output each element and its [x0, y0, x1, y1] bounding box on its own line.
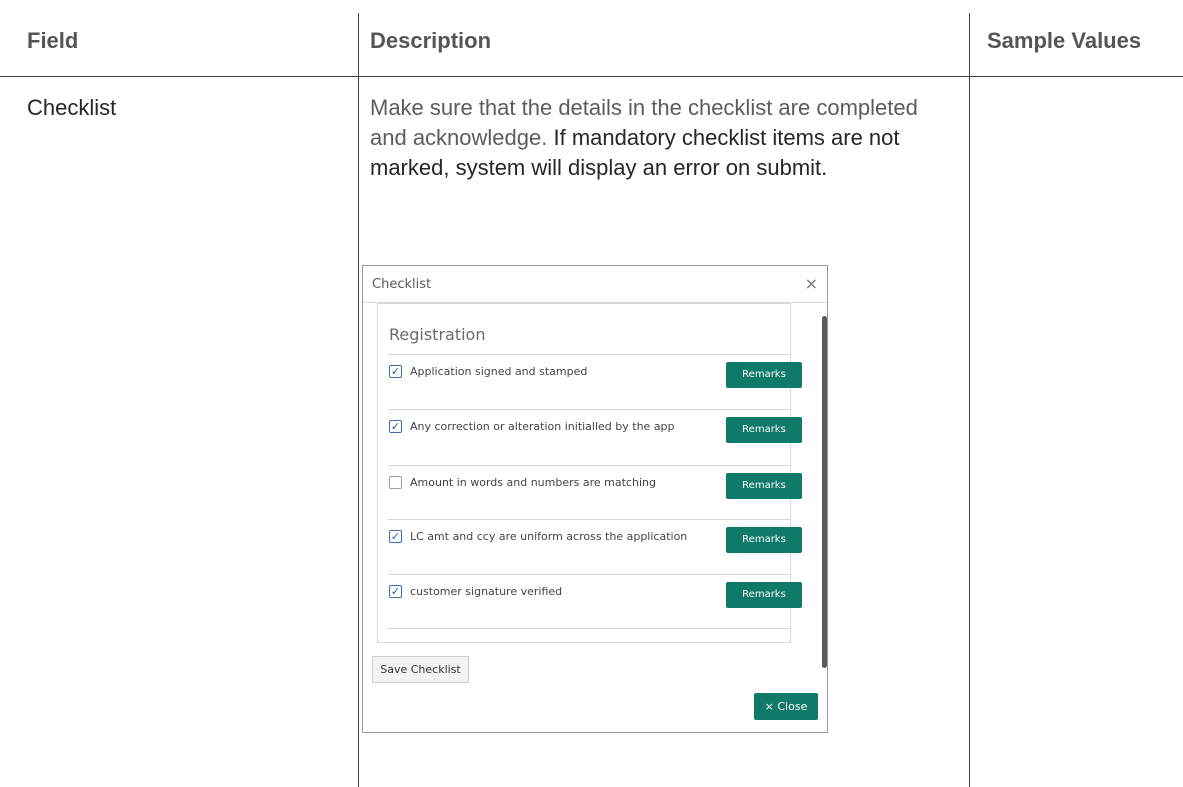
field-name: Checklist: [27, 95, 117, 120]
table-divider-1: [358, 13, 359, 787]
checklist-item: Amount in words and numbers are matching…: [388, 465, 802, 521]
remarks-button[interactable]: Remarks: [726, 417, 802, 443]
checkbox[interactable]: [389, 476, 402, 489]
checkbox[interactable]: ✓: [389, 365, 402, 378]
header-field: Field: [27, 28, 79, 53]
checklist-item-label: LC amt and ccy are uniform across the ap…: [410, 530, 688, 543]
checkbox[interactable]: ✓: [389, 585, 402, 598]
table-divider-2: [969, 13, 970, 787]
remarks-button[interactable]: Remarks: [726, 362, 802, 388]
close-button[interactable]: × Close: [754, 693, 818, 720]
checklist-item: ✓ Application signed and stamped Remarks: [388, 354, 802, 410]
remarks-button[interactable]: Remarks: [726, 473, 802, 499]
save-checklist-button[interactable]: Save Checklist: [372, 656, 469, 683]
checklist-item-label: Any correction or alteration initialled …: [410, 420, 675, 433]
checklist-item: ✓ LC amt and ccy are uniform across the …: [388, 519, 802, 575]
checkbox[interactable]: ✓: [389, 420, 402, 433]
scrollbar[interactable]: [822, 316, 827, 668]
checklist-item-label: customer signature verified: [410, 585, 563, 598]
checklist-item: ✓ Any correction or alteration initialle…: [388, 409, 802, 465]
list-bottom-rule: [388, 628, 791, 630]
dialog-title: Checklist: [372, 277, 432, 292]
remarks-button[interactable]: Remarks: [726, 582, 802, 608]
checkbox[interactable]: ✓: [389, 530, 402, 543]
header-bottom-rule: [0, 76, 1183, 77]
checklist-item-label: Application signed and stamped: [410, 365, 588, 378]
close-icon[interactable]: ×: [805, 274, 818, 293]
field-description: Make sure that the details in the checkl…: [370, 93, 935, 183]
section-title: Registration: [389, 325, 486, 344]
header-sample-values: Sample Values: [987, 28, 1142, 53]
header-description: Description: [370, 28, 492, 53]
dialog-header: Checklist ×: [363, 266, 827, 303]
checklist-panel: Registration ✓ Application signed and st…: [377, 303, 802, 643]
checklist-dialog: Checklist × Registration ✓ Application s…: [362, 265, 828, 733]
checklist-item: ✓ customer signature verified Remarks: [388, 574, 802, 630]
checklist-item-label: Amount in words and numbers are matching: [410, 476, 656, 489]
remarks-button[interactable]: Remarks: [726, 527, 802, 553]
